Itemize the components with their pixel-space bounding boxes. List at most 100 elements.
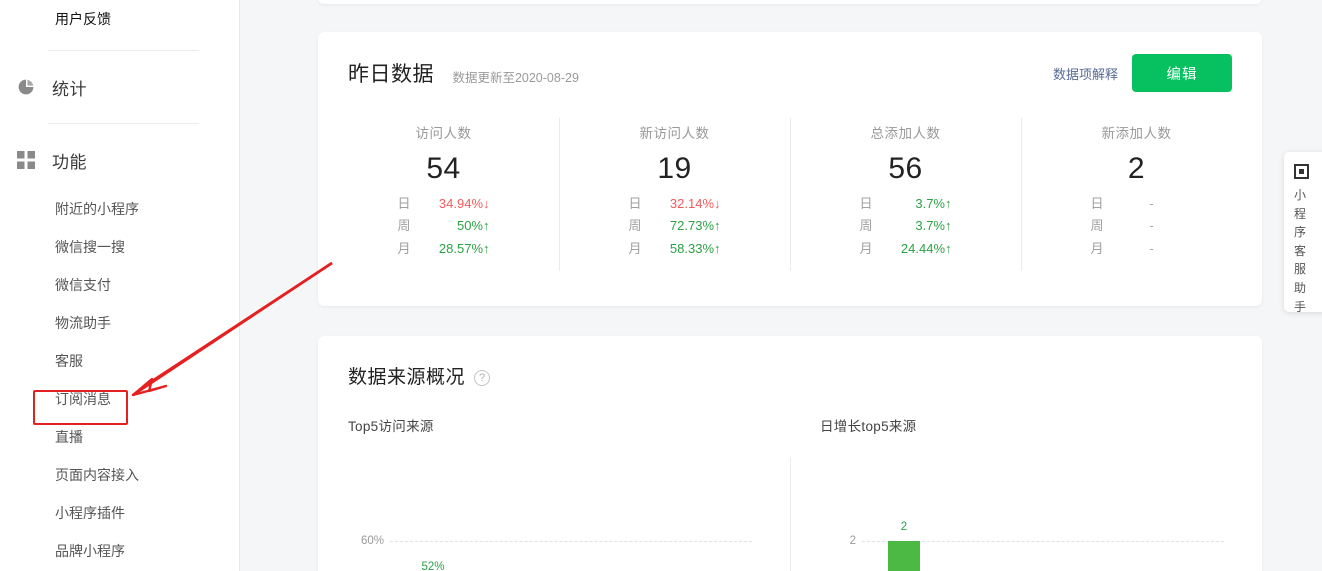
stat-card-visitors: 访问人数 54 日 34.94%↓ 周 50%↑ 月 28. [328,114,559,277]
trend-value: 3.7%↑ [890,193,952,216]
chart-pane-daily-growth-top5: 日增长top5来源 2 1.5 2 [790,415,1262,571]
chart-pane-top5-sources: Top5访问来源 60% 48% 52% [318,415,790,571]
chart-title: 日增长top5来源 [820,415,1232,435]
stat-value: 2 [1021,152,1252,187]
stat-card-new-visitors: 新访问人数 19 日 32.14%↓ 周 72.73%↑ 月 [559,114,790,277]
stat-trend-row: 日 34.94%↓ [398,193,490,216]
trend-value: - [1121,215,1183,238]
data-explanation-link[interactable]: 数据项解释 [1053,64,1118,83]
trend-period: 周 [860,215,880,238]
stat-value: 56 [790,152,1021,187]
trend-value: 32.14%↓ [659,193,721,216]
stat-label: 新访问人数 [559,122,790,142]
sidebar-item-wechat-search[interactable]: 微信搜一搜 [0,228,239,266]
stat-value: 19 [559,152,790,187]
sidebar-item-customer-service[interactable]: 客服 [0,342,239,380]
sidebar-item-label: 小程序插件 [55,503,125,523]
sidebar-group-features[interactable]: 功能 [0,136,239,184]
chart-title: Top5访问来源 [348,415,760,435]
sidebar-item-label: 附近的小程序 [55,199,139,219]
trend-period: 月 [398,238,418,261]
question-circle-icon[interactable]: ? [474,370,490,386]
app-root: 用户反馈 统计 功能 [0,0,1322,571]
sidebar-item-logistics-assistant[interactable]: 物流助手 [0,304,239,342]
sidebar-item-brand-miniprogram[interactable]: 品牌小程序 [0,532,239,570]
pie-chart-icon [12,77,40,97]
bar [888,541,920,571]
trend-value: 24.44%↑ [890,238,952,261]
sidebar-item-wechat-pay[interactable]: 微信支付 [0,266,239,304]
trend-value: 3.7%↑ [890,215,952,238]
trend-period: 日 [1091,193,1111,216]
trend-value: 72.73%↑ [659,215,721,238]
sidebar-item-subscribe-message[interactable]: 订阅消息 [0,380,239,418]
stat-card-new-added: 新添加人数 2 日 - 周 - 月 - [1021,114,1252,277]
grid-icon [12,151,40,169]
y-axis-tick: 60% [348,535,384,547]
trend-value: - [1121,238,1183,261]
bar-chart-daily-growth: 2 1.5 2 [820,483,1232,571]
y-axis-tick: 2 [820,535,856,547]
sidebar-item-label: 直播 [55,427,83,447]
sidebar-item-live-streaming[interactable]: 直播 [0,418,239,456]
sidebar-item-miniprogram-plugin[interactable]: 小程序插件 [0,494,239,532]
bar-value-label: 52% [421,561,444,571]
stat-label: 新添加人数 [1021,122,1252,142]
sidebar-item-label: 微信支付 [55,275,111,295]
bar-chart-top5-visits: 60% 48% 52% [348,483,760,571]
main-content: 昨日数据 数据更新至2020-08-29 数据项解释 编辑 访问人数 54 日 … [240,0,1322,571]
sidebar-item-page-content-access[interactable]: 页面内容接入 [0,456,239,494]
trend-period: 月 [1091,238,1111,261]
stat-trend-list: 日 - 周 - 月 - [1091,193,1183,261]
stat-trend-row: 日 3.7%↑ [860,193,952,216]
card-header: 数据来源概况 ? [318,336,1262,389]
stat-trend-list: 日 32.14%↓ 周 72.73%↑ 月 58.33%↑ [629,193,721,261]
stat-trend-row: 月 - [1091,238,1183,261]
sidebar-item-label: 客服 [55,351,83,371]
gridline [390,541,752,542]
stat-trend-row: 周 72.73%↑ [629,215,721,238]
trend-value: 50%↑ [428,215,490,238]
floating-panel-label: 小程序客服助手 [1294,186,1308,312]
stat-trend-row: 周 50%↑ [398,215,490,238]
trend-period: 月 [629,238,649,261]
trend-period: 周 [629,215,649,238]
sidebar-item-label: 品牌小程序 [55,541,125,561]
stat-value: 54 [328,152,559,187]
stat-trend-row: 月 58.33%↑ [629,238,721,261]
trend-period: 周 [1091,215,1111,238]
sidebar-item-label: 订阅消息 [55,389,111,409]
trend-period: 日 [629,193,649,216]
sidebar-item-label: 用户反馈 [55,9,111,29]
stat-trend-row: 月 24.44%↑ [860,238,952,261]
stat-label: 总添加人数 [790,122,1021,142]
section-title: 数据来源概况 [348,362,465,389]
trend-period: 日 [860,193,880,216]
sidebar-divider [48,50,199,51]
sidebar-item-user-feedback[interactable]: 用户反馈 [0,0,239,38]
trend-period: 日 [398,193,418,216]
sidebar-divider [48,123,199,124]
header-actions: 数据项解释 编辑 [1053,54,1232,92]
partial-card-above [318,0,1262,4]
trend-value: 58.33%↑ [659,238,721,261]
bar-value-label: 2 [901,521,907,533]
trend-period: 月 [860,238,880,261]
data-update-time: 数据更新至2020-08-29 [452,67,578,86]
trend-value: 28.57%↑ [428,238,490,261]
edit-button[interactable]: 编辑 [1132,54,1232,92]
card-header: 昨日数据 数据更新至2020-08-29 数据项解释 编辑 [318,32,1262,104]
sidebar-group-label: 统计 [52,75,87,100]
floating-side-panel[interactable]: 小程序客服助手 [1284,152,1322,312]
sidebar-item-nearby-miniprogram[interactable]: 附近的小程序 [0,190,239,228]
stat-trend-row: 周 3.7%↑ [860,215,952,238]
trend-value: 34.94%↓ [428,193,490,216]
qr-code-icon [1294,164,1309,179]
data-source-overview-card: 数据来源概况 ? Top5访问来源 60% 48% 52% 日 [318,336,1262,571]
stats-row: 访问人数 54 日 34.94%↓ 周 50%↑ 月 28. [318,114,1262,277]
stat-trend-row: 周 - [1091,215,1183,238]
page-title: 昨日数据 [348,58,434,88]
stat-trend-row: 日 32.14%↓ [629,193,721,216]
trend-value: - [1121,193,1183,216]
sidebar-group-statistics[interactable]: 统计 [0,63,239,111]
